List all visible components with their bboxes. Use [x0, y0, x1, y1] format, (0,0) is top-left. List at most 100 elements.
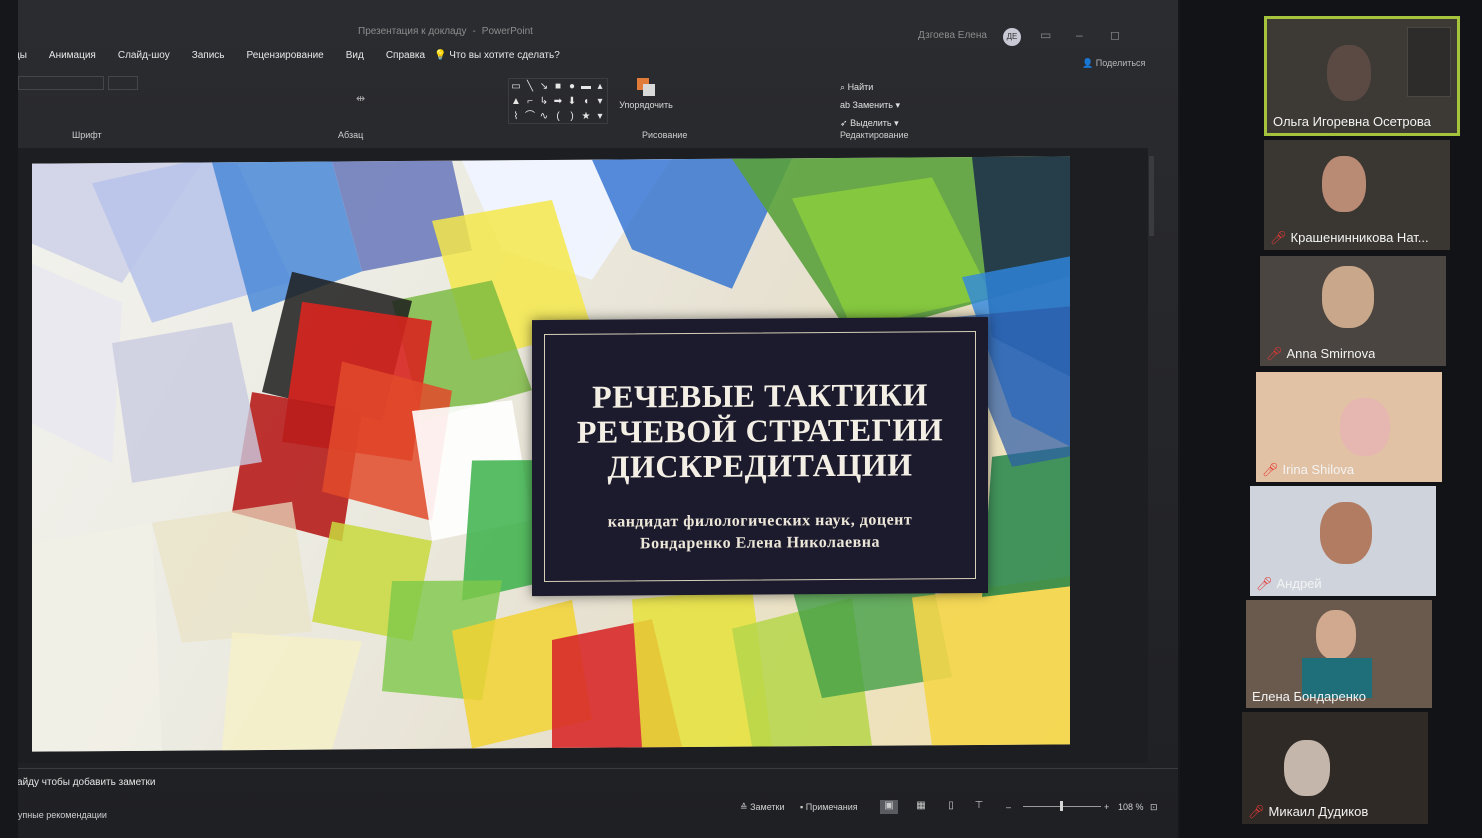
mic-muted-icon: 🎤︎ — [1266, 346, 1283, 361]
slide-subtitle[interactable]: кандидат филологических наук, доцент Бон… — [532, 509, 988, 556]
right-paren-shape-icon[interactable]: ) — [565, 109, 579, 124]
tell-me-box[interactable]: 💡 Что вы хотите сделать? — [434, 50, 560, 61]
select-label: Выделить — [850, 118, 892, 128]
oval-shape-icon[interactable]: ● — [565, 79, 579, 94]
normal-view-icon[interactable]: ▣ — [880, 800, 898, 814]
menu-item[interactable]: Слайд-шоу — [118, 50, 170, 68]
participant-tile[interactable]: 🎤︎ Крашенинникова Нат... — [1264, 140, 1450, 250]
menu-item[interactable]: Вид — [346, 50, 364, 68]
scroll-thumb[interactable] — [1149, 156, 1154, 236]
elbow-arrow-shape-icon[interactable]: ↳ — [537, 94, 551, 109]
status-bar: Доступные рекомендации ≙ Заметки ▪ Приме… — [18, 798, 1178, 838]
callout-shape-icon[interactable]: ◖ — [579, 94, 593, 109]
text-direction-icon[interactable]: ⇹ — [356, 92, 365, 105]
mic-muted-icon: 🎤︎ — [1270, 230, 1287, 245]
account-name[interactable]: Дзгоева Елена — [918, 30, 987, 41]
rounded-rect-shape-icon[interactable]: ▬ — [579, 79, 593, 94]
notes-pane[interactable]: Заметки к слайду чтобы добавить заметки — [18, 768, 1178, 798]
account-avatar[interactable]: ДЕ — [1003, 28, 1021, 46]
line-shape-icon[interactable]: ╲ — [523, 79, 537, 94]
participant-tile[interactable]: 🎤︎ Андрей — [1250, 486, 1436, 596]
menu-item[interactable]: Переходы — [18, 50, 27, 68]
arrange-label: Упорядочить — [619, 100, 673, 110]
arrow-line-shape-icon[interactable]: ↘ — [537, 79, 551, 94]
participant-tile[interactable]: Елена Бондаренко — [1246, 600, 1432, 708]
slideshow-icon[interactable]: ⊤ — [970, 800, 988, 814]
slide-title[interactable]: РЕЧЕВЫЕ ТАКТИКИ РЕЧЕВОЙ СТРАТЕГИИ ДИСКРЕ… — [532, 376, 988, 485]
replace-label: Заменить — [852, 100, 893, 110]
tell-me-label: Что вы хотите сделать? — [449, 50, 560, 61]
find-button[interactable]: ⌕ Найти — [840, 78, 900, 96]
maximize-icon[interactable]: ◻ — [1110, 28, 1120, 42]
participant-video — [1322, 266, 1374, 328]
triangle-shape-icon[interactable]: ▲ — [509, 94, 523, 109]
slide-sorter-icon[interactable]: ▦ — [912, 800, 930, 814]
participant-video — [1340, 398, 1390, 456]
menu-item[interactable]: Рецензирование — [247, 50, 324, 68]
reading-view-icon[interactable]: ▯ — [942, 800, 960, 814]
minimize-icon[interactable]: – — [1076, 28, 1083, 42]
vertical-scrollbar[interactable] — [1146, 140, 1156, 760]
notes-placeholder: Заметки к слайду чтобы добавить заметки — [18, 777, 156, 788]
zoom-slider-thumb[interactable] — [1060, 801, 1063, 811]
window-title: Презентация к докладу - PowerPoint — [358, 26, 533, 37]
arrange-button[interactable]: Упорядочить — [616, 78, 676, 110]
zoom-level[interactable]: 108 % — [1118, 802, 1144, 812]
ribbon: ⇹ Шрифт Абзац ▭ ╲ ↘ ■ ● ▬ ▴ ▲ ⌐ ↳ ➡ ⬇ ◖ … — [18, 72, 1168, 148]
comments-toggle[interactable]: ▪ Примечания — [800, 802, 858, 812]
shapes-gallery[interactable]: ▭ ╲ ↘ ■ ● ▬ ▴ ▲ ⌐ ↳ ➡ ⬇ ◖ ▾ ⌇ ⌒ ∿ ( ) ★ … — [508, 78, 608, 124]
scroll-up-icon[interactable]: ▾ — [593, 94, 607, 109]
mic-muted-icon: 🎤︎ — [1262, 462, 1279, 477]
accessibility-status[interactable]: Доступные рекомендации — [18, 810, 107, 820]
share-button[interactable]: 👤 Поделиться — [1082, 58, 1145, 69]
freeform-shape-icon[interactable]: ∿ — [537, 109, 551, 124]
participant-tile[interactable]: Ольга Игоревна Осетрова — [1264, 16, 1460, 136]
title-line-2: РЕЧЕВОЙ СТРАТЕГИИ — [576, 411, 944, 450]
participant-video — [1322, 156, 1366, 212]
fit-to-window-icon[interactable]: ⊡ — [1150, 802, 1158, 813]
replace-button[interactable]: ab Заменить ▾ — [840, 96, 900, 114]
participant-tile[interactable]: 🎤︎ Anna Smirnova — [1260, 256, 1446, 366]
find-label: Найти — [847, 82, 874, 92]
participant-video — [1316, 610, 1356, 660]
textbox-shape-icon[interactable]: ▭ — [509, 79, 523, 94]
menu-item[interactable]: Справка — [386, 50, 425, 68]
curve-shape-icon[interactable]: ⌒ — [523, 109, 537, 124]
menu-item[interactable]: Анимация — [49, 50, 96, 68]
zoom-in-icon[interactable]: + — [1104, 802, 1109, 812]
slide-canvas[interactable]: РЕЧЕВЫЕ ТАКТИКИ РЕЧЕВОЙ СТРАТЕГИИ ДИСКРЕ… — [32, 156, 1070, 752]
font-size-input[interactable] — [108, 76, 138, 90]
person-icon: 👤 — [1082, 58, 1094, 68]
participant-tile[interactable]: 🎤︎ Irina Shilova — [1256, 372, 1442, 482]
elbow-shape-icon[interactable]: ⌐ — [523, 94, 537, 109]
star-shape-icon[interactable]: ★ — [579, 109, 593, 124]
zoom-out-icon[interactable]: – — [1006, 802, 1011, 812]
menu-item[interactable]: Запись — [192, 50, 225, 68]
participant-tile[interactable]: 🎤︎ Микаил Дудиков — [1242, 712, 1428, 824]
notes-toggle[interactable]: ≙ Заметки — [740, 802, 785, 813]
more-shapes-icon[interactable]: ▴ — [593, 79, 607, 94]
participant-video — [1320, 502, 1372, 564]
menu-bar: Переходы Анимация Слайд-шоу Запись Рецензиро… — [18, 50, 425, 68]
participant-name: Ольга Игоревна Осетрова — [1273, 114, 1431, 129]
mic-muted-icon: 🎤︎ — [1256, 576, 1273, 591]
notes-icon: ≙ — [740, 802, 748, 812]
group-paragraph-label: Абзац — [338, 130, 364, 140]
title-placeholder[interactable]: РЕЧЕВЫЕ ТАКТИКИ РЕЧЕВОЙ СТРАТЕГИИ ДИСКРЕ… — [532, 316, 988, 597]
title-line-1: РЕЧЕВЫЕ ТАКТИКИ — [592, 376, 928, 415]
powerpoint-window: Презентация к докладу - PowerPoint Дзгоева… — [18, 0, 1178, 838]
subtitle-line-2: Бондаренко Елена Николаевна — [640, 533, 880, 553]
brace-shape-icon[interactable]: ⌇ — [509, 109, 523, 124]
comments-toggle-label: Примечания — [805, 802, 858, 812]
bookshelf-background — [1407, 27, 1451, 97]
gallery-expand-icon[interactable]: ▾ — [593, 109, 607, 124]
ribbon-display-icon[interactable]: ▭ — [1040, 28, 1051, 42]
participant-name: 🎤︎ Irina Shilova — [1262, 462, 1355, 477]
font-name-input[interactable] — [18, 76, 104, 90]
down-arrow-shape-icon[interactable]: ⬇ — [565, 94, 579, 109]
comment-icon: ▪ — [800, 802, 804, 812]
rectangle-shape-icon[interactable]: ■ — [551, 79, 565, 94]
left-paren-shape-icon[interactable]: ( — [551, 109, 565, 124]
participant-name: Елена Бондаренко — [1252, 689, 1366, 704]
right-arrow-shape-icon[interactable]: ➡ — [551, 94, 565, 109]
